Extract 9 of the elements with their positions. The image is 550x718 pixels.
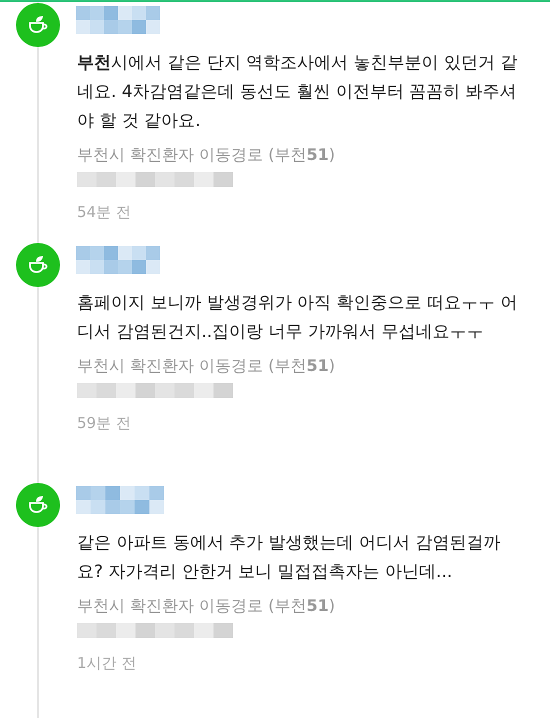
comment-text: 홈페이지 보니까 발생경위가 아직 확인중으로 떠요ㅜㅜ 어디서 감염된건지..집이랑 너무 가까워서 무섭네요ㅜㅜ bbox=[77, 292, 518, 344]
timestamp: 54분 전 bbox=[77, 202, 132, 223]
source-link[interactable]: 부천시 확진환자 이동경로 (부천51) bbox=[77, 355, 520, 377]
comment-text: 부천시에서 같은 단지 역학조사에서 놓친부분이 있던거 같네요. 4차감염같은데 동선도 훨씬 이전부터 꼼꼼히 봐주셔야 할 것 같아요. bbox=[77, 52, 518, 133]
timestamp: 59분 전 bbox=[77, 413, 132, 434]
source-link[interactable]: 부천시 확진환자 이동경로 (부천51) bbox=[77, 144, 520, 166]
source-link[interactable]: 부천시 확진환자 이동경로 (부천51) bbox=[77, 595, 520, 617]
timestamp: 1시간 전 bbox=[77, 653, 138, 674]
comment-text: 같은 아파트 동에서 추가 발생했는데 어디서 감염된걸까요? 자가격리 안한거 보니 밀접접촉자는 아닌데... bbox=[77, 532, 502, 584]
